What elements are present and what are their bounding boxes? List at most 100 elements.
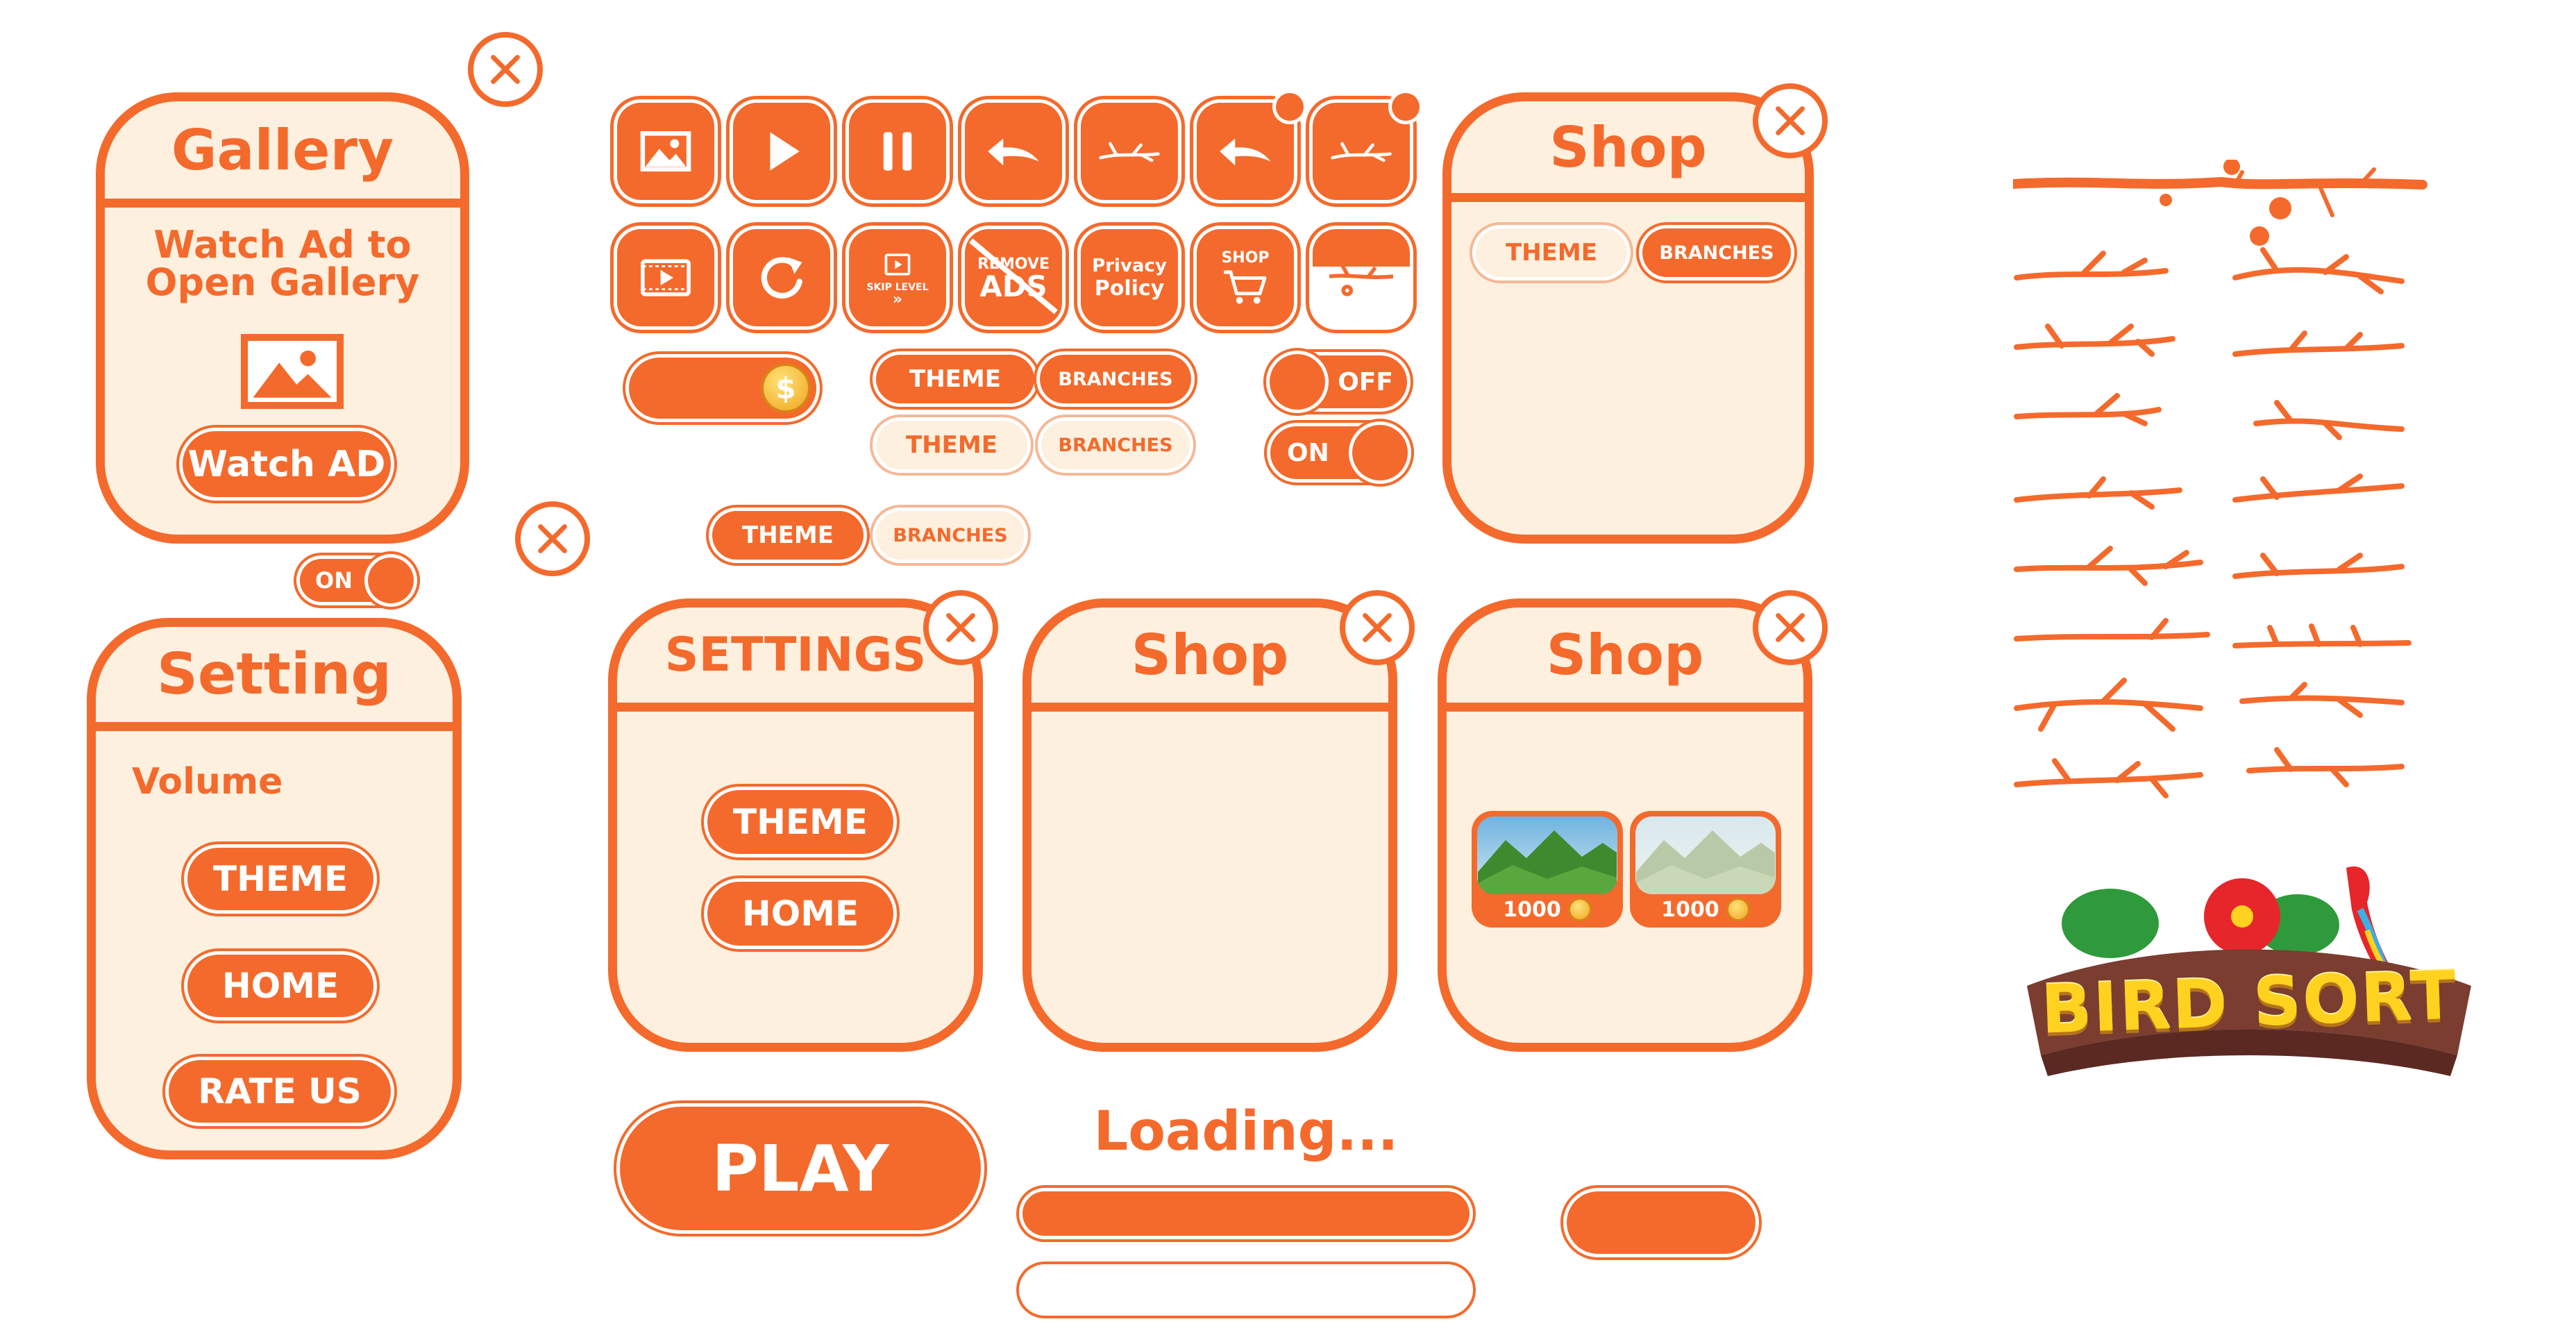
play-icon bbox=[770, 132, 800, 171]
back-arrow-icon bbox=[1220, 138, 1271, 166]
rate-us-button[interactable]: RATE US bbox=[169, 1060, 391, 1123]
settings-close-button[interactable] bbox=[923, 590, 998, 665]
tab-theme-selected[interactable]: THEME bbox=[712, 511, 864, 560]
loading-bar-empty bbox=[1022, 1268, 1470, 1312]
shop-items-close-button[interactable] bbox=[1753, 590, 1828, 665]
coin-toggle[interactable]: $ bbox=[629, 358, 816, 419]
theme-item-pale[interactable]: 1000 bbox=[1630, 811, 1781, 928]
off-label: OFF bbox=[1338, 367, 1393, 396]
theme-item-green[interactable]: 1000 bbox=[1472, 811, 1623, 928]
shop-empty-close-button[interactable] bbox=[1340, 590, 1415, 665]
shop-empty-header: Shop bbox=[1032, 607, 1388, 712]
branch-icon-button[interactable] bbox=[1081, 103, 1178, 200]
watch-ad-button[interactable]: Watch AD bbox=[183, 431, 391, 497]
branch-flower-button[interactable] bbox=[1313, 229, 1410, 326]
off-toggle[interactable]: OFF bbox=[1270, 354, 1407, 410]
pause-icon-button[interactable] bbox=[849, 103, 946, 200]
shop-tab-branches[interactable]: BRANCHES bbox=[1642, 228, 1791, 277]
setting-home-label: HOME bbox=[221, 966, 339, 1006]
settings-home-button[interactable]: HOME bbox=[707, 882, 893, 946]
gallery-icon-button[interactable] bbox=[617, 103, 714, 200]
tab-theme-active[interactable]: THEME bbox=[876, 355, 1034, 403]
coin-icon bbox=[1726, 898, 1750, 921]
skip-level-button[interactable]: SKIP LEVEL » bbox=[849, 229, 946, 326]
branch-icon bbox=[1099, 142, 1160, 162]
branches-collection bbox=[2013, 160, 2427, 798]
gallery-message-line1: Watch Ad to bbox=[153, 223, 412, 267]
close-icon bbox=[946, 613, 975, 642]
shop-icon-button[interactable]: SHOP bbox=[1197, 229, 1294, 326]
item-price-value: 1000 bbox=[1503, 897, 1561, 922]
video-icon-button[interactable] bbox=[617, 229, 714, 326]
tab-theme-label: THEME bbox=[742, 521, 834, 549]
setting-home-button[interactable]: HOME bbox=[187, 955, 373, 1017]
gallery-message-line2: Open Gallery bbox=[145, 260, 420, 304]
restart-icon-button[interactable] bbox=[733, 229, 830, 326]
image-icon bbox=[241, 334, 344, 409]
tab-branches-label: BRANCHES bbox=[1058, 434, 1173, 456]
cart-icon bbox=[1224, 270, 1267, 303]
mountain-icon bbox=[1478, 830, 1617, 894]
tab-branches-active[interactable]: BRANCHES bbox=[1040, 355, 1191, 403]
setting-close-button[interactable] bbox=[515, 501, 590, 576]
shop-empty-title: Shop bbox=[1131, 623, 1289, 687]
setting-theme-button[interactable]: THEME bbox=[187, 848, 373, 910]
small-on-label: ON bbox=[315, 567, 353, 594]
play-label: PLAY bbox=[712, 1131, 889, 1206]
gallery-header: Gallery bbox=[105, 101, 460, 208]
privacy-policy-button[interactable]: Privacy Policy bbox=[1081, 229, 1178, 326]
settings-theme-button[interactable]: THEME bbox=[707, 790, 893, 854]
close-icon bbox=[1776, 613, 1805, 642]
on-label: ON bbox=[1287, 438, 1329, 467]
branch-icon bbox=[2013, 167, 2427, 217]
watch-ad-label: Watch AD bbox=[187, 443, 386, 485]
item-price: 1000 bbox=[1472, 896, 1623, 923]
privacy-line2: Policy bbox=[1094, 276, 1165, 301]
shop-items-header: Shop bbox=[1447, 607, 1803, 712]
coin-icon: $ bbox=[761, 363, 811, 413]
close-icon bbox=[491, 55, 520, 84]
undo-notify-button[interactable] bbox=[1197, 93, 1304, 200]
shop-top-header: Shop bbox=[1451, 101, 1805, 202]
mountain-icon bbox=[1636, 830, 1775, 894]
gallery-panel: Gallery Watch Ad to Open Gallery Watch A… bbox=[96, 92, 469, 544]
toggle-knob bbox=[1270, 354, 1325, 410]
tab-branches-unselected[interactable]: BRANCHES bbox=[876, 511, 1025, 560]
branch-flower-icon bbox=[1329, 264, 1393, 296]
on-toggle[interactable]: ON bbox=[1270, 425, 1408, 480]
shop-top-title: Shop bbox=[1549, 115, 1707, 180]
notification-dot bbox=[1276, 93, 1304, 121]
close-icon bbox=[1363, 613, 1392, 642]
film-icon bbox=[884, 253, 911, 276]
tab-theme-inactive[interactable]: THEME bbox=[876, 421, 1027, 469]
small-on-toggle[interactable]: ON bbox=[300, 557, 414, 603]
settings-panel: SETTINGS THEME HOME bbox=[608, 598, 983, 1052]
bird-sort-logo: BIRD SORT bbox=[2013, 847, 2485, 1104]
setting-title: Setting bbox=[156, 642, 392, 707]
setting-theme-label: THEME bbox=[212, 859, 348, 899]
small-toggle-knob bbox=[368, 557, 414, 603]
image-icon bbox=[640, 131, 691, 171]
item-price: 1000 bbox=[1630, 896, 1781, 923]
gallery-message: Watch Ad to Open Gallery bbox=[105, 226, 460, 301]
tab-theme-label: THEME bbox=[906, 431, 997, 459]
gallery-close-button[interactable] bbox=[468, 32, 543, 107]
shop-top-close-button[interactable] bbox=[1753, 83, 1828, 158]
shop-tab-theme[interactable]: THEME bbox=[1476, 228, 1627, 277]
volume-label: Volume bbox=[132, 761, 283, 803]
tab-branches-inactive[interactable]: BRANCHES bbox=[1041, 421, 1190, 469]
branch-flower-icon bbox=[2160, 160, 2291, 246]
shop-items-title: Shop bbox=[1546, 623, 1704, 687]
loading-bar-filled bbox=[1022, 1191, 1470, 1236]
undo-icon-button[interactable] bbox=[965, 103, 1062, 200]
close-icon bbox=[538, 524, 567, 553]
image-icon-glyph bbox=[253, 350, 332, 398]
loading-label: Loading... bbox=[1093, 1100, 1399, 1163]
remove-ads-button[interactable]: REMOVE ADS bbox=[965, 229, 1062, 326]
play-button[interactable]: PLAY bbox=[620, 1107, 981, 1230]
setting-header: Setting bbox=[96, 627, 453, 731]
branch-notify-button[interactable] bbox=[1313, 93, 1420, 200]
pause-icon bbox=[883, 132, 912, 171]
play-icon-button[interactable] bbox=[733, 103, 830, 200]
shop-panel-empty: Shop bbox=[1022, 598, 1397, 1052]
